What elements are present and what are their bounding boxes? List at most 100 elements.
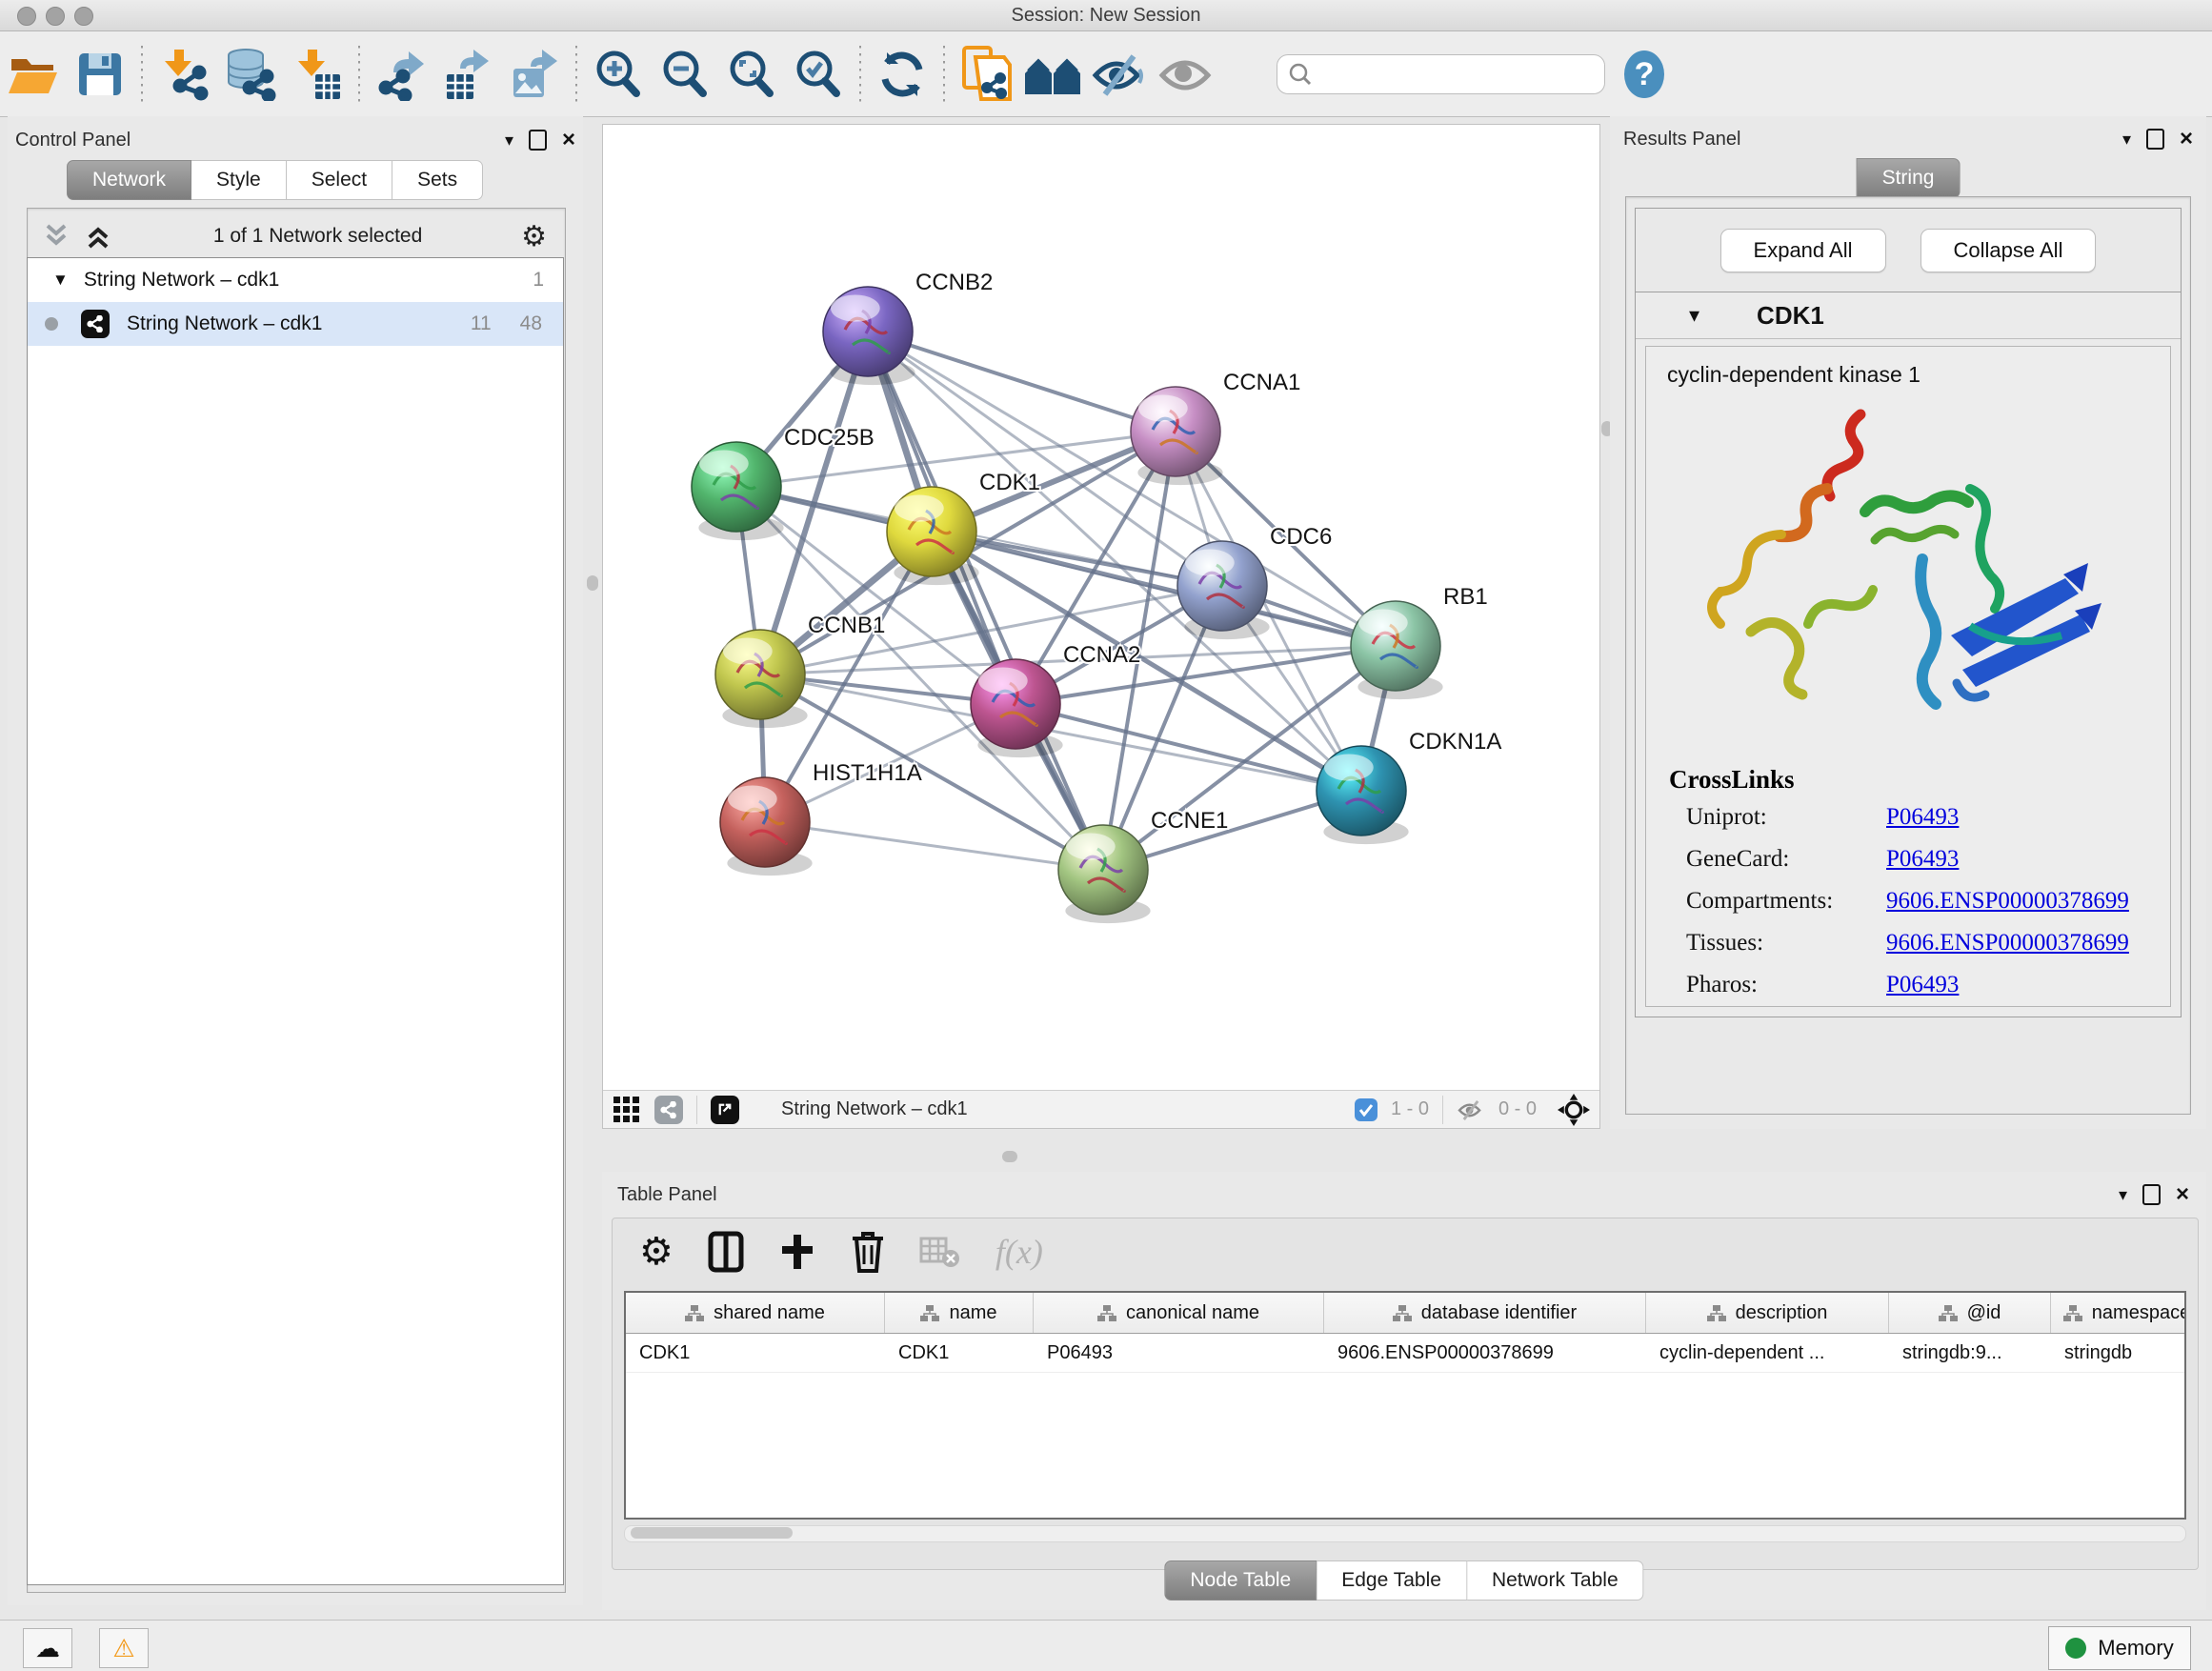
- column-header--id[interactable]: @id: [1889, 1293, 2051, 1333]
- table-cell[interactable]: CDK1: [626, 1334, 885, 1372]
- tab-select[interactable]: Select: [287, 160, 392, 200]
- export-image-button[interactable]: [501, 44, 568, 105]
- collapse-all-button[interactable]: Collapse All: [1920, 229, 2097, 272]
- tree-expander-icon[interactable]: ▼: [52, 271, 69, 290]
- network-node-ccna1[interactable]: CCNA1: [1131, 370, 1300, 485]
- panel-menu-icon[interactable]: ▾: [505, 131, 513, 149]
- open-session-button[interactable]: [0, 44, 67, 105]
- expand-all-icon[interactable]: [82, 222, 114, 251]
- crosslink-link[interactable]: 9606.ENSP00000378699: [1886, 930, 2129, 956]
- column-header-canonical-name[interactable]: canonical name: [1034, 1293, 1324, 1333]
- network-node-rb1[interactable]: RB1: [1351, 584, 1488, 699]
- delete-column-trash-icon[interactable]: [851, 1231, 885, 1273]
- string-network-badge-icon: [81, 310, 110, 338]
- network-row-selected[interactable]: String Network – cdk1 11 48: [28, 302, 563, 346]
- crosslink-link[interactable]: P06493: [1886, 804, 1959, 831]
- tab-sets[interactable]: Sets: [392, 160, 483, 200]
- table-options-gear-icon[interactable]: ⚙: [639, 1230, 674, 1274]
- column-header-name[interactable]: name: [885, 1293, 1034, 1333]
- tree-options-gear-icon[interactable]: ⚙: [521, 220, 547, 253]
- import-network-file-button[interactable]: [151, 44, 217, 105]
- zoom-fit-button[interactable]: [718, 44, 785, 105]
- table-cell[interactable]: stringdb:9...: [1889, 1334, 2051, 1372]
- panel-float-icon[interactable]: [529, 130, 547, 151]
- search-input[interactable]: [1277, 54, 1605, 94]
- scrollbar-thumb[interactable]: [631, 1527, 793, 1539]
- table-horizontal-scrollbar[interactable]: [624, 1525, 2186, 1542]
- table-cell[interactable]: cyclin-dependent ...: [1646, 1334, 1889, 1372]
- export-network-button[interactable]: [368, 44, 434, 105]
- apply-layout-button[interactable]: [869, 44, 935, 105]
- network-edge[interactable]: [765, 822, 1103, 870]
- network-edge[interactable]: [1016, 704, 1361, 791]
- network-collection-row[interactable]: ▼ String Network – cdk1 1: [28, 258, 563, 302]
- crosslink-link[interactable]: P06493: [1886, 972, 1959, 998]
- panel-menu-icon[interactable]: ▾: [2119, 1186, 2127, 1203]
- crosslink-row: Compartments:9606.ENSP00000378699: [1669, 888, 2170, 915]
- string-home-button[interactable]: [1019, 44, 1086, 105]
- table-row[interactable]: CDK1CDK1P064939606.ENSP00000378699cyclin…: [626, 1334, 2184, 1373]
- table-cell[interactable]: P06493: [1034, 1334, 1324, 1372]
- network-node-ccnb2[interactable]: CCNB2: [823, 270, 993, 385]
- network-canvas[interactable]: CCNB2CCNA1CDC25BCDK1CDC6RB1CCNB1CCNA2CDK…: [603, 125, 1599, 1090]
- network-edge[interactable]: [868, 332, 1103, 870]
- warnings-button[interactable]: ⚠: [99, 1628, 149, 1668]
- tab-node-table[interactable]: Node Table: [1164, 1560, 1317, 1601]
- birds-eye-toggle-icon[interactable]: [1558, 1094, 1590, 1126]
- tab-edge-table[interactable]: Edge Table: [1317, 1560, 1467, 1601]
- export-table-button[interactable]: [434, 44, 501, 105]
- tab-network[interactable]: Network: [67, 160, 191, 200]
- network-edge[interactable]: [868, 332, 1176, 432]
- column-header-database-identifier[interactable]: database identifier: [1324, 1293, 1646, 1333]
- column-header-description[interactable]: description: [1646, 1293, 1889, 1333]
- panel-menu-icon[interactable]: ▾: [2122, 131, 2131, 148]
- show-all-button[interactable]: [1153, 44, 1219, 105]
- save-session-button[interactable]: [67, 44, 133, 105]
- import-table-button[interactable]: [284, 44, 351, 105]
- import-network-database-button[interactable]: [217, 44, 284, 105]
- network-node-cdkn1a[interactable]: CDKN1A: [1317, 729, 1501, 844]
- column-header-namespace[interactable]: namespace: [2051, 1293, 2186, 1333]
- tab-style[interactable]: Style: [191, 160, 287, 200]
- string-view-badge-icon[interactable]: [654, 1096, 683, 1124]
- cloud-status-button[interactable]: ☁: [23, 1628, 72, 1668]
- help-button[interactable]: ?: [1611, 44, 1678, 105]
- zoom-out-button[interactable]: [652, 44, 718, 105]
- cdk1-section-header[interactable]: ▾ CDK1: [1636, 292, 2181, 339]
- create-column-plus-icon[interactable]: [778, 1233, 816, 1271]
- collapse-all-icon[interactable]: [40, 222, 72, 251]
- zoom-in-button[interactable]: [585, 44, 652, 105]
- network-node-cdc6[interactable]: CDC6: [1177, 524, 1332, 639]
- crosslink-link[interactable]: 9606.ENSP00000378699: [1886, 888, 2129, 915]
- crosslink-link[interactable]: P06493: [1886, 846, 1959, 873]
- column-header-label: canonical name: [1126, 1302, 1259, 1324]
- horizontal-splitter-handle[interactable]: [1002, 1151, 1017, 1162]
- section-collapse-icon[interactable]: ▾: [1689, 305, 1699, 326]
- tab-network-table[interactable]: Network Table: [1467, 1560, 1644, 1601]
- grid-view-icon[interactable]: [613, 1096, 641, 1124]
- vertical-splitter-handle[interactable]: [587, 575, 598, 591]
- memory-button[interactable]: Memory: [2048, 1626, 2191, 1670]
- panel-close-icon[interactable]: ×: [562, 129, 575, 151]
- detach-view-icon[interactable]: [711, 1096, 739, 1124]
- show-columns-icon[interactable]: [708, 1231, 744, 1273]
- column-header-label: database identifier: [1421, 1302, 1577, 1324]
- table-cell[interactable]: CDK1: [885, 1334, 1034, 1372]
- table-cell[interactable]: 9606.ENSP00000378699: [1324, 1334, 1646, 1372]
- export-network-icon: [374, 48, 428, 101]
- network-node-hist1h1a[interactable]: HIST1H1A: [720, 760, 922, 876]
- panel-close-icon[interactable]: ×: [2176, 1183, 2189, 1206]
- panel-close-icon[interactable]: ×: [2180, 128, 2193, 151]
- column-header-shared-name[interactable]: shared name: [626, 1293, 885, 1333]
- panel-float-icon[interactable]: [2146, 129, 2164, 150]
- expand-all-button[interactable]: Expand All: [1720, 229, 1886, 272]
- zoom-selected-button[interactable]: [785, 44, 852, 105]
- selected-checkbox-icon[interactable]: [1355, 1098, 1377, 1121]
- network-from-selection-button[interactable]: [953, 44, 1019, 105]
- panel-float-icon[interactable]: [2142, 1184, 2161, 1205]
- hide-selected-button[interactable]: [1086, 44, 1153, 105]
- network-node-cdk1[interactable]: CDK1: [887, 470, 1040, 585]
- tab-string[interactable]: String: [1857, 158, 1961, 198]
- network-edge[interactable]: [868, 332, 1396, 646]
- table-cell[interactable]: stringdb: [2051, 1334, 2186, 1372]
